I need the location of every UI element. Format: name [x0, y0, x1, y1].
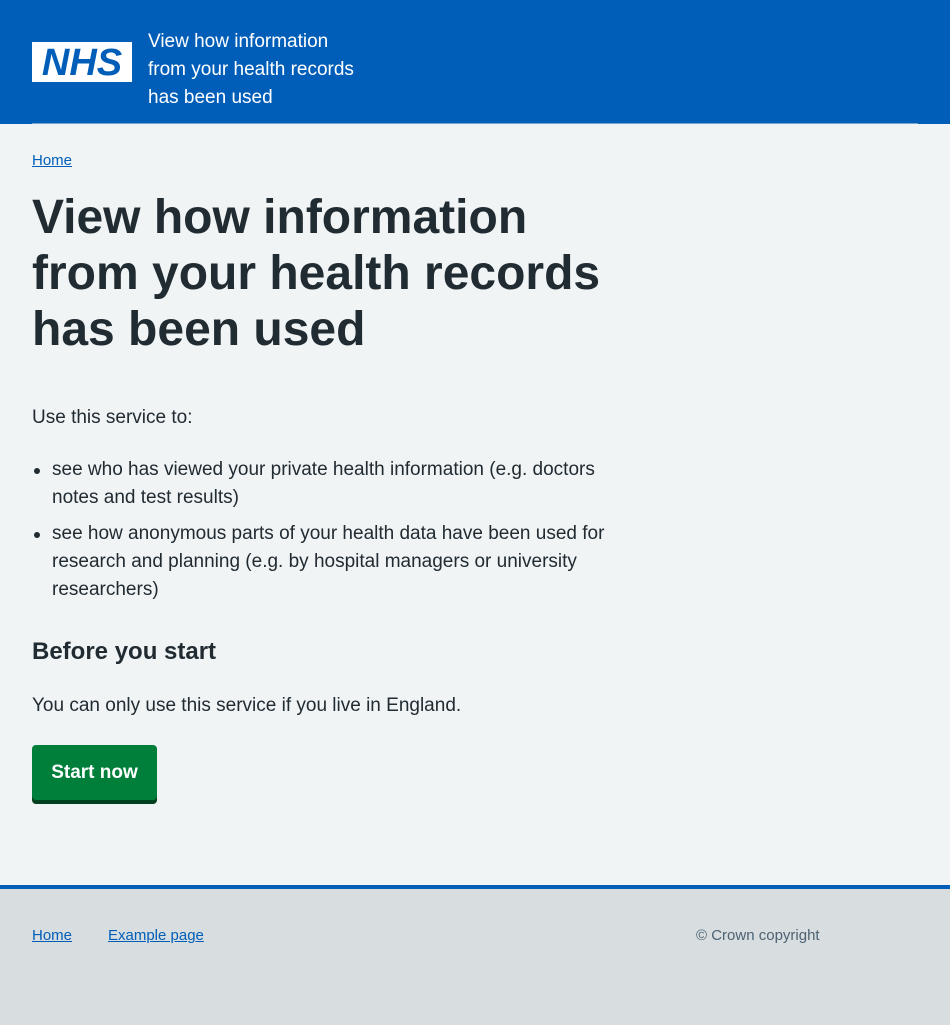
footer-link-home[interactable]: Home [32, 927, 72, 944]
header-divider [32, 123, 918, 124]
bullet-icon [34, 532, 40, 538]
start-now-button[interactable]: Start now [32, 745, 157, 800]
footer-link-example-page[interactable]: Example page [108, 927, 204, 944]
nhs-logo: NHS [32, 42, 132, 82]
list-item-text: see who has viewed your private health i… [52, 459, 595, 508]
service-name: View how information from your health re… [148, 31, 354, 108]
breadcrumb-home-link[interactable]: Home [32, 152, 72, 169]
list-item-text: see how anonymous parts of your health d… [52, 523, 605, 600]
svg-text:NHS: NHS [42, 42, 122, 82]
intro-text: Use this service to: [32, 407, 193, 428]
list-item: see who has viewed your private health i… [32, 456, 612, 512]
copyright-text: © Crown copyright [696, 927, 820, 944]
site-header: NHS View how information from your healt… [0, 0, 950, 124]
page-title: View how information from your health re… [32, 191, 601, 356]
before-you-start-heading: Before you start [32, 638, 217, 665]
list-item: see how anonymous parts of your health d… [32, 520, 612, 604]
service-uses-list: see who has viewed your private health i… [32, 456, 612, 612]
site-footer: Home Example page © Crown copyright [0, 885, 950, 1025]
eligibility-text: You can only use this service if you liv… [32, 695, 462, 716]
bullet-icon [34, 468, 40, 474]
header-home-link[interactable]: NHS View how information from your healt… [32, 28, 358, 112]
